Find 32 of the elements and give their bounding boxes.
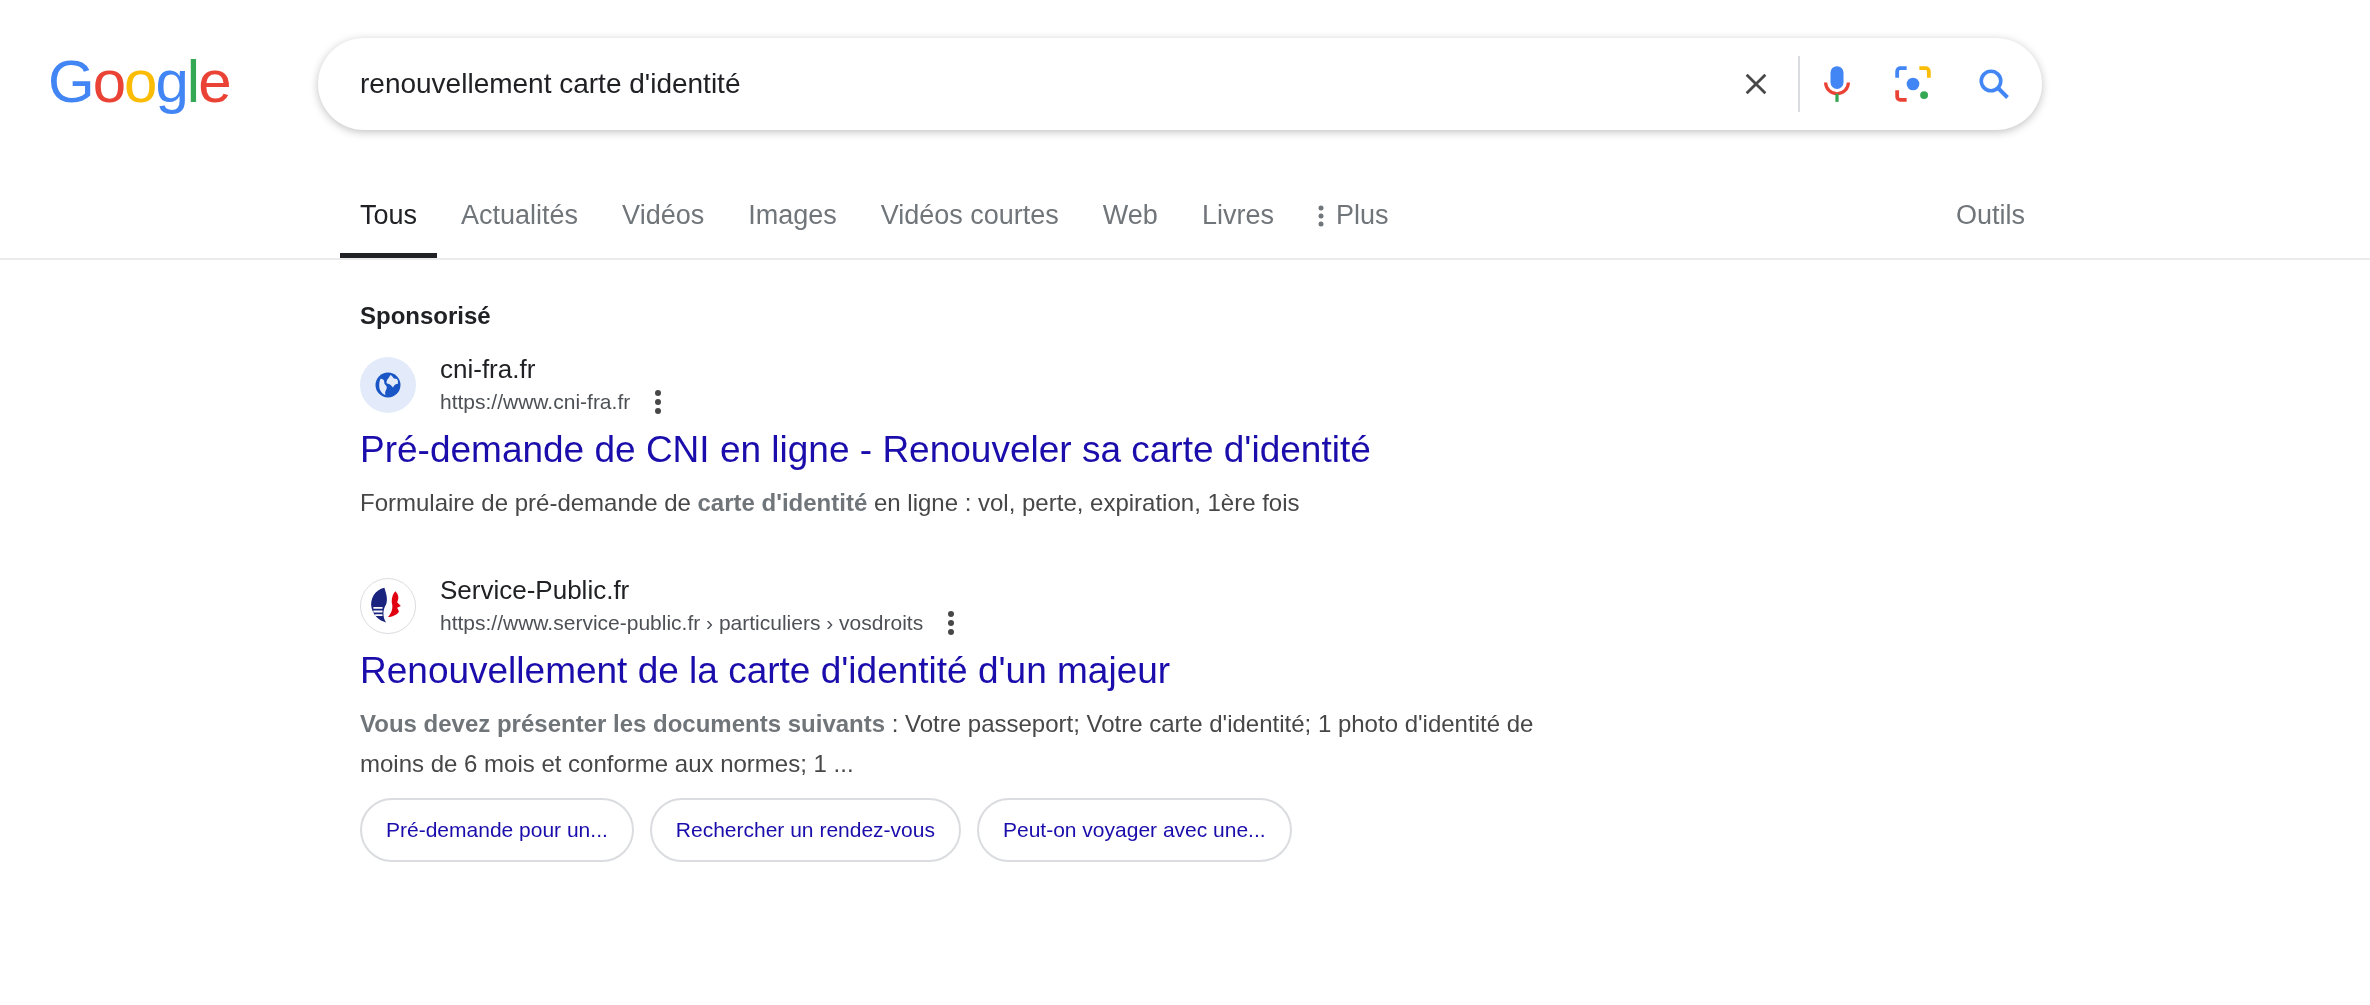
site-url: https://www.service-public.fr › particuliers › vosdroits — [440, 611, 924, 635]
result-snippet: Formulaire de pré-demande de carte d'identité en ligne : vol, perte, expiration, 1ère fois — [360, 488, 1301, 518]
tools-tab[interactable]: Outils — [1935, 200, 2045, 258]
google-logo[interactable]: Google — [48, 52, 318, 112]
result-snippet: Vous devez présenter les documents suivants : Votre passeport; Votre carte d'identité; 1 photo d'identité de moins de 6 mois et conforme aux normes; 1 ... — [360, 709, 1535, 779]
tab-label: Livres — [1201, 200, 1274, 231]
search-tab[interactable]: Web — [1082, 200, 1178, 258]
search-tab[interactable]: Actualités — [441, 200, 599, 258]
tab-label: Plus — [1335, 200, 1389, 231]
sponsored-label: Sponsorisé — [360, 302, 492, 330]
sitelink-chip[interactable]: Peut-on voyager avec une... — [976, 798, 1292, 862]
tab-label: Images — [748, 200, 837, 231]
search-tab[interactable]: Images — [728, 200, 857, 258]
result-title-link[interactable]: Pré-demande de CNI en ligne - Renouveler sa carte d'identité — [360, 429, 1600, 471]
tab-label: Tous — [360, 200, 418, 231]
search-tab[interactable]: Vidéos courtes — [860, 200, 1079, 258]
site-name: cni-fra.fr — [440, 354, 537, 385]
search-tab[interactable]: Tous — [340, 200, 438, 258]
tab-label: Vidéos courtes — [880, 200, 1059, 231]
search-tab[interactable]: Plus — [1297, 200, 1409, 258]
search-tab[interactable]: Vidéos — [602, 200, 725, 258]
sitelink-chip[interactable]: Pré-demande pour un... — [360, 798, 634, 862]
sitelink-chip[interactable]: Rechercher un rendez-vous — [649, 798, 961, 862]
site-name: Service-Public.fr — [440, 575, 631, 606]
result-title-link[interactable]: Renouvellement de la carte d'identité d'un majeur — [360, 650, 1600, 692]
search-field[interactable]: renouvellement carte d'identité — [318, 38, 2042, 130]
site-url: https://www.cni-fra.fr — [440, 390, 631, 414]
tab-label: Vidéos — [622, 200, 705, 231]
search-tab[interactable]: Livres — [1181, 200, 1294, 258]
tab-label: Web — [1102, 200, 1158, 231]
search-query: renouvellement carte d'identité — [360, 68, 742, 100]
tab-label: Actualités — [461, 200, 579, 231]
